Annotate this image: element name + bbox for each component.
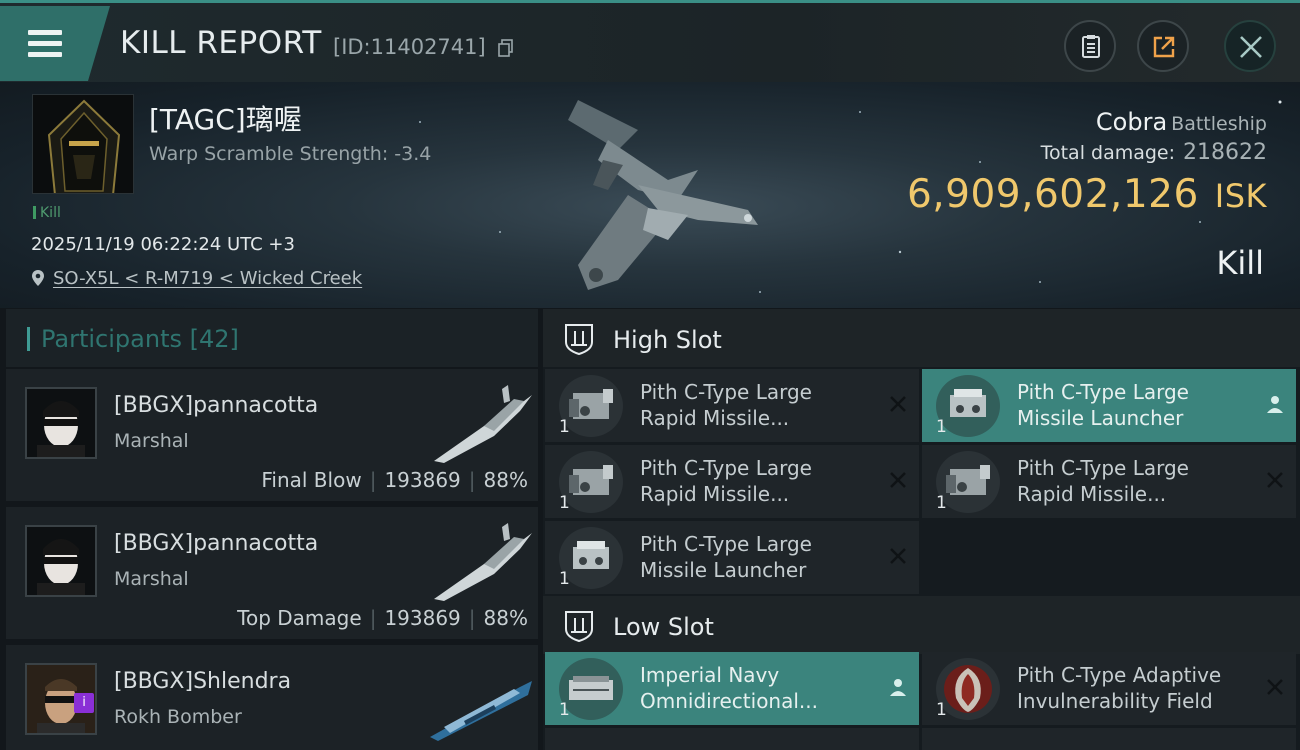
module-item[interactable]: 1 Pith C-Type Large Rapid Missile...: [545, 445, 919, 518]
low-slot-label: Low Slot: [613, 613, 714, 641]
participant-name: [BBGX]Shlendra: [114, 669, 292, 694]
close-icon: [1240, 36, 1262, 58]
header-accent-bar: [27, 327, 30, 351]
participant-percent: 88%: [483, 606, 528, 630]
participant-ship-image: [430, 681, 532, 741]
participants-panel: Participants [42] [BBGX]pannacotta Marsh…: [6, 309, 538, 750]
participants-count: [42]: [189, 325, 239, 353]
share-icon: [1153, 36, 1175, 58]
avatar: [25, 387, 97, 459]
module-item-partial[interactable]: [922, 728, 1296, 750]
report-id: [ID:11402741]: [333, 35, 486, 59]
kill-tag: Kill: [33, 205, 61, 221]
result-label: Kill: [1216, 244, 1264, 282]
module-name: Pith C-Type Large Rapid Missile...: [640, 456, 812, 506]
participant-ship-image: [434, 523, 532, 601]
module-name: Pith C-Type Large Missile Launcher: [1017, 380, 1189, 430]
module-qty: 1: [559, 493, 570, 513]
module-item[interactable]: 1 Pith C-Type Adaptive Invulnerability Fi…: [922, 652, 1296, 725]
participants-label: Participants [42]: [41, 325, 239, 353]
participant-row[interactable]: [BBGX]pannacotta Marshal Final Blow | 1938…: [6, 369, 538, 503]
module-name: Pith C-Type Large Rapid Missile...: [640, 380, 812, 430]
ship-info: Cobra Battleship: [1096, 108, 1267, 136]
module-qty: 1: [936, 417, 947, 437]
high-slot-label: High Slot: [613, 326, 722, 354]
kill-datetime: 2025/11/19 06:22:24 UTC +3: [31, 234, 295, 255]
ship-name: Cobra: [1095, 108, 1168, 136]
fitting-panel: High Slot 1 Pith C-Type Large Rapid Missi…: [543, 309, 1300, 750]
module-item[interactable]: 1 Pith C-Type Large Rapid Missile...: [922, 445, 1296, 518]
victim-name: [TAGC]璃喔: [149, 103, 302, 136]
copy-icon[interactable]: [498, 39, 514, 57]
destroyed-x-icon: [1267, 472, 1283, 488]
close-button[interactable]: [1224, 20, 1276, 72]
kill-location-link[interactable]: SO-X5L < R-M719 < Wicked Creek: [31, 268, 362, 289]
info-badge-icon: i: [74, 693, 94, 713]
module-name: Pith C-Type Adaptive Invulnerability Fiel…: [1017, 663, 1222, 713]
page-title: KILL REPORT: [120, 25, 322, 61]
kill-summary-banner: [TAGC]璃喔 Warp Scramble Strength: -3.4 Ki…: [0, 82, 1300, 308]
module-qty: 1: [936, 493, 947, 513]
isk-value: 6,909,602,126 ISK: [907, 172, 1267, 217]
clipboard-button[interactable]: [1064, 20, 1116, 72]
destroyed-x-icon: [890, 396, 906, 412]
menu-button[interactable]: [0, 6, 110, 81]
participants-header[interactable]: Participants [42]: [6, 309, 538, 367]
participant-role: Final Blow: [261, 468, 362, 492]
high-slot-header: High Slot: [543, 309, 1300, 367]
location-pin-icon: [32, 270, 44, 286]
destroyed-x-icon: [1267, 679, 1283, 695]
top-bar: KILL REPORT [ID:11402741]: [0, 0, 1300, 82]
clipboard-icon: [1082, 35, 1100, 58]
module-item[interactable]: 1 Pith C-Type Large Missile Launcher: [545, 521, 919, 594]
pilot-icon: [1267, 396, 1283, 413]
pilot-icon: [890, 679, 906, 696]
module-name: Pith C-Type Large Missile Launcher: [640, 532, 812, 582]
module-item[interactable]: 1 Pith C-Type Large Rapid Missile...: [545, 369, 919, 442]
module-item[interactable]: 1 Imperial Navy Omnidirectional...: [545, 652, 919, 725]
destroyed-x-icon: [890, 548, 906, 564]
participant-ship: Marshal: [114, 430, 189, 452]
slot-icon: [565, 324, 593, 356]
share-button[interactable]: [1137, 20, 1189, 72]
menu-icon: [28, 30, 62, 57]
participant-damage: 193869: [384, 468, 461, 492]
module-item-partial[interactable]: [545, 728, 919, 750]
module-qty: 1: [559, 700, 570, 720]
participants-title: Participants: [41, 325, 182, 353]
isk-unit: ISK: [1214, 177, 1267, 215]
ship-class: Battleship: [1171, 113, 1267, 135]
isk-amount: 6,909,602,126: [906, 172, 1199, 217]
module-name: Pith C-Type Large Rapid Missile...: [1017, 456, 1189, 506]
participant-percent: 88%: [483, 468, 528, 492]
low-slot-header: Low Slot: [543, 596, 1300, 654]
victim-portrait[interactable]: [32, 94, 134, 194]
participant-role: Top Damage: [237, 606, 362, 630]
participant-ship-image: [434, 385, 532, 463]
avatar: [25, 525, 97, 597]
total-damage-value: 218622: [1183, 140, 1267, 165]
module-name: Imperial Navy Omnidirectional...: [640, 663, 818, 713]
participant-ship: Rokh Bomber: [114, 706, 242, 728]
module-qty: 1: [559, 417, 570, 437]
module-qty: 1: [559, 569, 570, 589]
total-damage: Total damage: 218622: [1041, 140, 1267, 165]
participant-ship: Marshal: [114, 568, 189, 590]
participant-name: [BBGX]pannacotta: [114, 393, 319, 418]
slot-icon: [565, 611, 593, 643]
participant-row[interactable]: [BBGX]pannacotta Marshal Top Damage | 1938…: [6, 507, 538, 641]
total-damage-label: Total damage:: [1040, 142, 1176, 164]
module-qty: 1: [936, 700, 947, 720]
participant-stats: Top Damage | 193869 | 88%: [237, 606, 528, 630]
location-text: SO-X5L < R-M719 < Wicked Creek: [53, 268, 363, 289]
participant-stats: Final Blow | 193869 | 88%: [261, 468, 528, 492]
victim-ship-image: [568, 100, 758, 290]
warp-scramble-strength: Warp Scramble Strength: -3.4: [149, 143, 432, 165]
module-item[interactable]: 1 Pith C-Type Large Missile Launcher: [922, 369, 1296, 442]
destroyed-x-icon: [890, 472, 906, 488]
participant-row[interactable]: i [BBGX]Shlendra Rokh Bomber: [6, 645, 538, 750]
participant-damage: 193869: [384, 606, 461, 630]
participant-name: [BBGX]pannacotta: [114, 531, 319, 556]
